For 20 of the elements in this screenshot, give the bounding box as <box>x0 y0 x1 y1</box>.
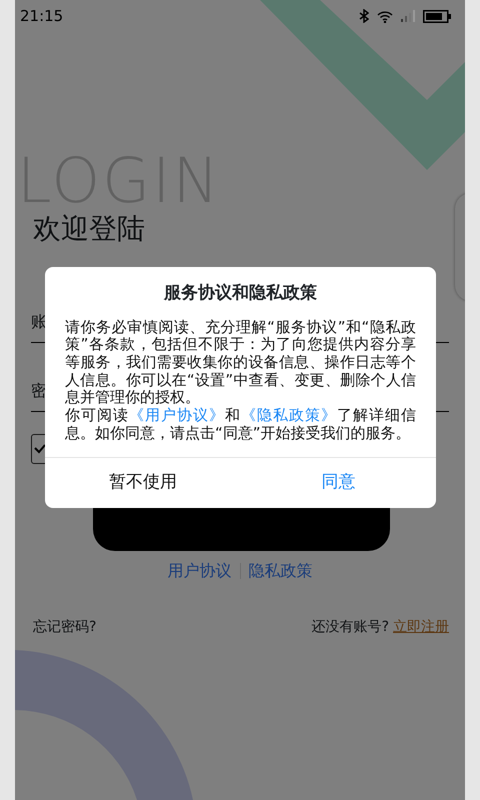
wifi-icon <box>377 10 393 22</box>
register-link[interactable]: 立即注册 <box>393 616 449 638</box>
decline-button[interactable]: 暂不使用 <box>45 458 240 508</box>
agreement-link[interactable]: 用户协议 <box>168 558 232 583</box>
battery-icon <box>423 10 451 22</box>
dialog-title: 服务协议和隐私政策 <box>162 282 318 305</box>
status-time: 21:15 <box>20 6 64 27</box>
signal-icon <box>401 10 415 22</box>
agreement-link[interactable]: 隐私政策 <box>248 558 312 583</box>
checkmark-icon <box>34 444 46 454</box>
welcome-title: 欢迎登陆 <box>33 212 145 246</box>
register-prompt: 还没有账号? <box>312 618 389 637</box>
dialog-paragraph: 你可阅读《用户协议》和《隐私政策》了解详细信息。如你同意，请点击“同意”开始接受我们的服务。 <box>65 406 416 442</box>
agreement-link[interactable]: 《隐私政策》 <box>241 406 337 424</box>
agreement-link[interactable]: 《用户协议》 <box>129 406 225 424</box>
bluetooth-icon <box>359 9 369 23</box>
account-label: 账 <box>31 310 47 333</box>
forgot-password-link[interactable]: 忘记密码? <box>33 616 96 638</box>
dialog-paragraph: 请你务必审慎阅读、充分理解“服务协议”和“隐私政策”各条款，包括但不限于：为了向您提供内容分享等服务，我们需要收集你的设备信息、操作日志等个人信息。你可以在“设置”中查看、变更、删除个人信息并管理你的授权。 <box>65 318 416 407</box>
agree-button[interactable]: 同意 <box>240 458 436 508</box>
